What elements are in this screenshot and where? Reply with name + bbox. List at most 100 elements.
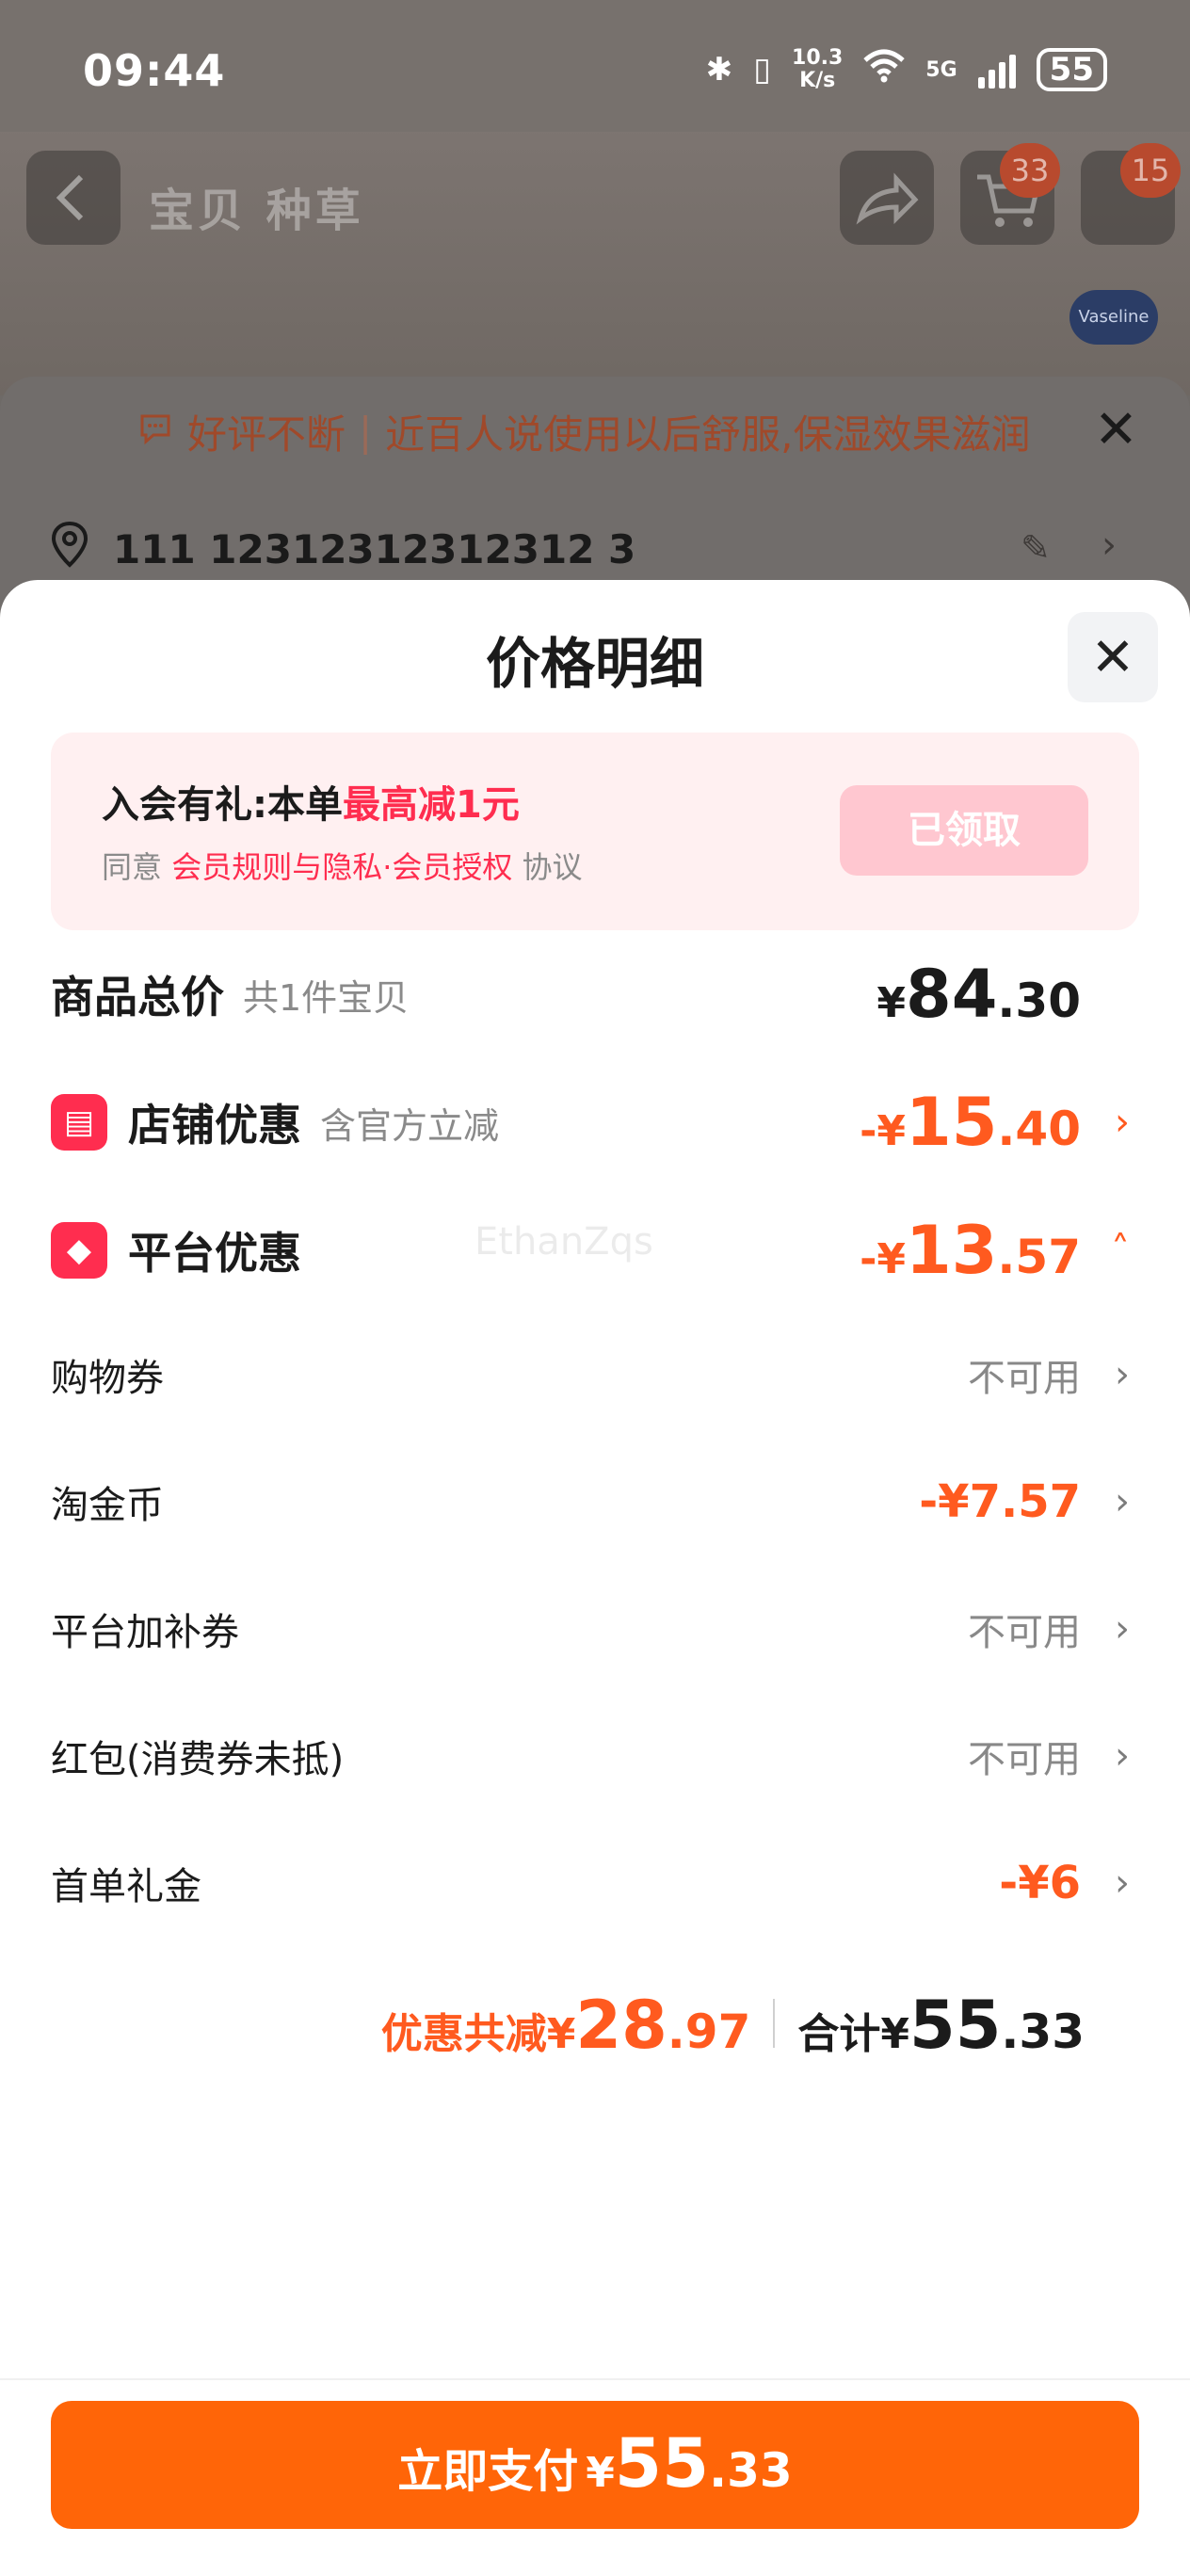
row-value: 不可用 [968,1611,1081,1654]
price-decimal: .40 [997,1102,1081,1156]
tip-prefix: 好评不断 [187,411,346,458]
member-highlight: 最高减1元 [343,783,520,827]
price-decimal: .57 [997,1230,1081,1284]
chevron-right-icon: › [1115,1607,1130,1650]
vibrate-icon: ▯ [753,51,772,89]
background-navbar: 宝贝 种草 33 15 [0,143,1190,254]
member-headline: 入会有礼:本单最高减1元 [102,774,520,829]
watermark: EthanZqs [474,1220,653,1264]
battery-icon: 55 [1036,48,1107,91]
row-label: 店铺优惠 [128,1100,301,1151]
chevron-right-icon: › [1115,1101,1130,1144]
agree-text: 同意 [102,849,163,885]
member-lead: 入会有礼:本单 [102,783,343,827]
chevron-right-icon: › [1115,1353,1130,1396]
discount-label: 优惠共减¥ [380,2010,576,2058]
more-button[interactable]: 15 [1081,143,1181,245]
agreement-suffix: 协议 [522,849,583,885]
address-text: 111 12312312312312 3 [113,525,636,572]
price-integer: 84 [906,956,998,1033]
tip-text: 近百人说使用以后舒服,保湿效果滋润 [385,411,1031,458]
chevron-up-icon: ˄ [1111,1229,1130,1272]
price-currency: -¥ [860,1107,906,1155]
pay-now-button[interactable]: 立即支付 ¥55.33 [51,2401,1139,2529]
edit-icon[interactable]: ✎ [1021,527,1051,569]
goods-total-price: ¥84.30 [876,956,1081,1033]
summary-divider [773,1999,776,2048]
row-sublabel: 含官方立减 [320,1104,500,1147]
row-store-discount[interactable]: ▤ 店铺优惠 含官方立减 -¥15.40 › [51,1084,1139,1161]
status-time: 09:44 [83,45,226,96]
tip-divider: | [359,409,373,455]
row-label: 购物券 [51,1357,164,1400]
footer-divider [0,2378,1190,2380]
chevron-right-icon: › [1115,1734,1130,1778]
status-bar: 09:44 ✱ ▯ 10.3 K/s 5G 55 [0,0,1190,132]
price-integer: 15 [906,1084,998,1161]
price-currency: ¥ [876,979,906,1027]
grand-total: 合计¥55.33 [797,1987,1085,2064]
back-button[interactable] [26,151,121,245]
signal-icon [977,51,1016,89]
member-agreement: 同意 会员规则与隐私·会员授权 协议 [102,844,583,887]
total-discount: 优惠共减¥28.97 [381,1987,751,2064]
price-summary: 优惠共减¥28.97 合计¥55.33 [381,1987,1085,2064]
chevron-right-icon[interactable]: › [1102,523,1117,567]
price-decimal: .30 [997,974,1081,1028]
row-first-order-gift[interactable]: 首单礼金 -¥6 › [51,1845,1139,1921]
background-tabs: 宝贝 种草 [149,185,364,237]
share-icon [856,172,919,225]
row-sublabel: 共1件宝贝 [243,976,410,1019]
row-label: 平台加补券 [51,1611,239,1654]
pay-decimal: .33 [709,2443,793,2498]
bluetooth-icon: ✱ [705,51,733,89]
platform-discount-price: -¥13.57 [860,1212,1081,1289]
row-value: 不可用 [968,1738,1081,1781]
row-platform-extra-coupon[interactable]: 平台加补券 不可用 › [51,1591,1139,1666]
price-currency: -¥ [860,1235,906,1283]
pay-integer: 55 [614,2423,710,2503]
store-discount-price: -¥15.40 [860,1084,1081,1161]
net-speed: 10.3 K/s [792,47,843,92]
tip-close-icon[interactable]: ✕ [1094,399,1138,460]
share-button[interactable] [840,151,934,245]
total-label: 合计¥ [797,2010,909,2058]
sheet-title: 价格明细 [485,632,704,696]
price-integer: 13 [906,1212,998,1289]
row-value: 不可用 [968,1357,1081,1400]
row-shopping-coupon[interactable]: 购物券 不可用 › [51,1337,1139,1412]
chevron-right-icon: › [1115,1861,1130,1905]
row-value: -¥6 [999,1857,1081,1909]
net-speed-value: 10.3 [792,46,844,70]
brand-logo: Vaseline [1069,290,1158,345]
row-taojinbi[interactable]: 淘金币 -¥7.57 › [51,1464,1139,1539]
row-label: 商品总价 [51,972,224,1022]
store-icon: ▤ [51,1094,107,1151]
close-icon: ✕ [1090,626,1135,688]
review-tip: 好评不断 | 近百人说使用以后舒服,保湿效果滋润 [137,403,1031,460]
row-label: 淘金币 [51,1484,164,1527]
chevron-left-icon [56,174,84,221]
more-badge: 15 [1120,143,1181,198]
network-type: 5G [925,57,957,82]
total-decimal: .33 [1001,2004,1085,2059]
pay-currency: ¥ [586,2449,615,2497]
chat-icon [137,409,174,456]
cart-button[interactable]: 33 [960,143,1060,245]
member-benefit-card: 入会有礼:本单最高减1元 同意 会员规则与隐私·会员授权 协议 已领取 [51,733,1139,930]
sheet-close-button[interactable]: ✕ [1068,612,1158,702]
claim-button[interactable]: 已领取 [840,785,1088,876]
total-integer: 55 [909,1987,1002,2064]
chevron-right-icon: › [1115,1480,1130,1523]
row-red-packet[interactable]: 红包(消费券未抵) 不可用 › [51,1718,1139,1794]
address-row[interactable]: 111 12312312312312 3 [49,520,635,578]
pay-label: 立即支付 [397,2445,579,2498]
member-rules-link[interactable]: 会员规则与隐私·会员授权 [171,849,512,885]
cart-badge: 33 [1000,143,1060,198]
row-value: -¥7.57 [919,1475,1081,1528]
wifi-icon [863,49,905,91]
discount-decimal: .97 [667,2004,751,2059]
discount-integer: 28 [575,1987,667,2064]
row-goods-total: 商品总价 共1件宝贝 ¥84.30 [51,956,1139,1033]
net-speed-unit: K/s [799,69,836,92]
